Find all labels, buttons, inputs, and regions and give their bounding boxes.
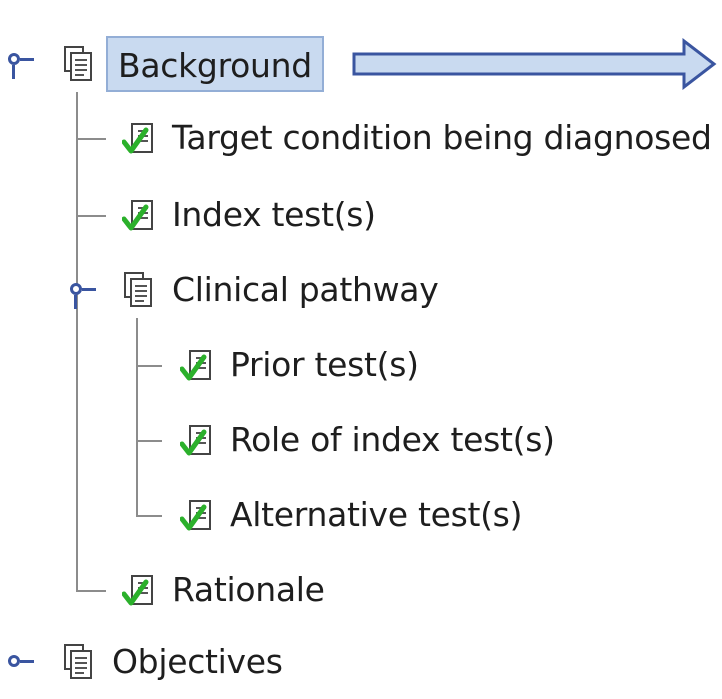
document-checkmark-icon (122, 195, 158, 235)
document-checkmark-icon (180, 420, 216, 460)
tree-node-objectives[interactable]: Objectives (62, 636, 283, 688)
tree-node-label: Background (106, 36, 324, 92)
tree-node-label: Objectives (112, 642, 283, 681)
document-stack-icon (62, 642, 98, 682)
tree-node-label: Alternative test(s) (230, 495, 523, 534)
tree-node-target-condition[interactable]: Target condition being diagnosed (122, 112, 712, 164)
tree-node-clinical-pathway[interactable]: Clinical pathway (122, 264, 439, 316)
document-stack-icon (62, 44, 98, 84)
tree-connector (76, 590, 106, 592)
tree-connector (136, 515, 162, 517)
tree-node-label: Index test(s) (172, 195, 376, 234)
tree-connector-level1 (76, 92, 78, 592)
tree-node-index-tests[interactable]: Index test(s) (122, 189, 376, 241)
tree-connector (76, 215, 106, 217)
tree-connector (136, 440, 162, 442)
tree-node-alternative-tests[interactable]: Alternative test(s) (180, 489, 522, 541)
tree-node-label: Target condition being diagnosed (172, 118, 712, 157)
tree-connector-level2 (136, 318, 138, 516)
handle-tail (20, 660, 34, 663)
handle-tail (20, 58, 34, 61)
document-checkmark-icon (122, 118, 158, 158)
tree-node-role-index-tests[interactable]: Role of index test(s) (180, 414, 555, 466)
outline-tree: Background Target condition being diagno… (0, 0, 722, 699)
handle-stem (74, 295, 77, 309)
right-arrow-icon (352, 38, 717, 90)
tree-handle-icon[interactable] (70, 283, 82, 295)
handle-stem (12, 65, 15, 79)
document-stack-icon (122, 270, 158, 310)
document-checkmark-icon (180, 495, 216, 535)
tree-handle-icon[interactable] (8, 53, 20, 65)
tree-node-label: Role of index test(s) (230, 420, 555, 459)
tree-node-label: Prior test(s) (230, 345, 419, 384)
tree-connector (76, 138, 106, 140)
document-checkmark-icon (122, 570, 158, 610)
tree-handle-icon[interactable] (8, 655, 20, 667)
handle-tail (82, 288, 96, 291)
tree-connector (136, 365, 162, 367)
tree-node-label: Rationale (172, 570, 325, 609)
tree-node-rationale[interactable]: Rationale (122, 564, 325, 616)
tree-node-label: Clinical pathway (172, 270, 439, 309)
tree-node-background[interactable]: Background (62, 36, 324, 92)
document-checkmark-icon (180, 345, 216, 385)
tree-node-prior-tests[interactable]: Prior test(s) (180, 339, 419, 391)
